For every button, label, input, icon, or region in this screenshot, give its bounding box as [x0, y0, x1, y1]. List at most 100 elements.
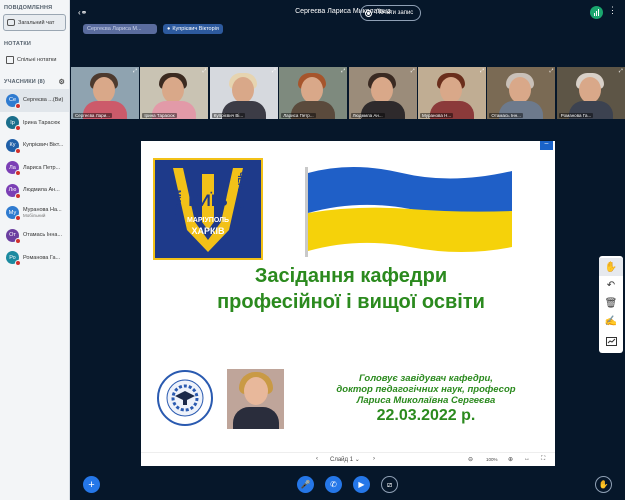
muted-status-icon: [15, 147, 21, 154]
video-label: Купрієвич Ві...: [211, 113, 246, 118]
expand-video-icon[interactable]: ⤢: [619, 68, 623, 74]
slide-selector[interactable]: Слайд 1 ⌄: [330, 456, 360, 463]
user-name: Лариса Петр...: [23, 164, 61, 171]
avatar: Лю: [6, 183, 21, 199]
muted-status-icon: [15, 260, 21, 267]
participant-video[interactable]: ⤢ Лариса Петр...: [279, 67, 348, 119]
connection-status-icon[interactable]: [590, 6, 603, 19]
user-list-item[interactable]: Ір Ірина Тарасюк: [0, 112, 69, 135]
users-section-header: УЧАСНИКИ (8) ⚙: [0, 73, 69, 89]
meeting-title: Сергеєва Лариса Миколаївна: [295, 8, 391, 15]
user-list-item[interactable]: От Отамась Інна...: [0, 224, 69, 247]
muted-status-icon: [15, 125, 21, 132]
participant-video[interactable]: ⤢ Романова Га...: [556, 67, 625, 119]
whiteboard-toolbar: ✋ ↶ 🗑 ✍: [599, 256, 623, 353]
leave-audio-button[interactable]: ✆: [325, 476, 342, 493]
participant-video[interactable]: ⤢ Сергеєва Лари...: [71, 67, 139, 119]
slide-navigation-bar: ‹ Слайд 1 ⌄ › ⊖ 100% ⊕ ↔ ⛶: [141, 452, 555, 466]
notes-section-title: НОТАТКИ: [4, 41, 32, 47]
presenter-name-2: Купрієвич Вікторія: [172, 26, 219, 32]
gear-icon[interactable]: ⚙: [59, 78, 65, 86]
user-name-block: Купрієвич Вікт...: [23, 142, 63, 148]
presentation-slide: – КИЇВ МИКОЛАЇВ ЧЕРНІГІВ МАРІУПОЛЬ ХАРКІ…: [141, 140, 555, 452]
muted-status-icon: [15, 215, 21, 222]
fit-width-icon[interactable]: ↔: [524, 456, 530, 462]
expand-video-icon[interactable]: ⤢: [549, 68, 553, 74]
sidebar: ПОВІДОМЛЕННЯ Загальний чат НОТАТКИ Спіль…: [0, 0, 70, 500]
undo-icon[interactable]: ↶: [599, 276, 623, 294]
zoom-out-icon[interactable]: ⊖: [468, 456, 473, 463]
video-person-face: [93, 77, 115, 103]
video-label: Людмила Ан...: [350, 113, 385, 118]
messages-section-title: ПОВІДОМЛЕННЯ: [4, 5, 53, 11]
expand-video-icon[interactable]: ⤢: [133, 68, 137, 74]
user-list-item[interactable]: Му Муранова На... Мобільний: [0, 202, 69, 225]
actions-plus-button[interactable]: +: [83, 476, 100, 493]
participant-video[interactable]: ⤢ Муранова Н...: [418, 67, 486, 119]
user-list-item[interactable]: Ла Лариса Петр...: [0, 157, 69, 180]
user-device-label: Мобільний: [23, 213, 46, 219]
user-name: Ірина Тарасюк: [23, 119, 60, 126]
avatar: От: [6, 228, 21, 244]
participant-video[interactable]: ⤢ Отамась Інн...: [487, 67, 556, 119]
multi-user-pen-icon[interactable]: ✍: [599, 312, 623, 330]
share-screen-off-icon: ⧄: [386, 479, 393, 489]
public-chat-item[interactable]: Загальний чат: [3, 14, 66, 31]
options-menu-icon[interactable]: ⋮: [608, 6, 617, 15]
avatar: Ір: [6, 116, 21, 132]
video-person-face: [440, 77, 462, 103]
department-seal-icon: [155, 369, 215, 427]
video-label: Лариса Петр...: [281, 113, 316, 118]
user-list-item[interactable]: Ку Купрієвич Вікт...: [0, 134, 69, 157]
presenter-pill-1: Сергеєва Лариса М...: [83, 24, 157, 34]
muted-status-icon: [15, 170, 21, 177]
raise-hand-button[interactable]: ✋: [595, 476, 612, 493]
user-name-block: Отамась Інна...: [23, 232, 62, 238]
user-list-item[interactable]: Се Сергеєва ...(Ви): [0, 89, 69, 112]
user-name: Отамась Інна...: [23, 232, 63, 239]
info-date: 22.03.2022 р.: [376, 407, 476, 424]
expand-video-icon[interactable]: ⤢: [341, 68, 345, 74]
camera-button[interactable]: ▶: [353, 476, 370, 493]
video-person-face: [370, 77, 393, 103]
user-name-block: Людмила Ан...: [23, 187, 60, 193]
collapse-sidebar-icon[interactable]: ‹⚭: [78, 8, 87, 17]
trident-icon: КИЇВ МИКОЛАЇВ ЧЕРНІГІВ МАРІУПОЛЬ ХАРКІВ: [155, 160, 261, 258]
user-list-item[interactable]: Ро Романова Га...: [0, 247, 69, 270]
expand-video-icon[interactable]: ⤢: [411, 68, 415, 74]
user-name-block: Ірина Тарасюк: [23, 120, 60, 126]
video-person-face: [578, 77, 601, 103]
hand-tool-icon[interactable]: ✋: [599, 258, 623, 276]
fullscreen-icon[interactable]: ⛶: [541, 456, 545, 463]
info-line-2: доктор педагогічних наук, професор: [336, 384, 516, 395]
microphone-button[interactable]: 🎤: [297, 476, 314, 493]
share-screen-button[interactable]: ⧄: [381, 476, 398, 493]
zoom-in-icon[interactable]: ⊕: [508, 456, 513, 463]
user-name: Романова Га...: [23, 254, 61, 261]
video-label: Отамась Інн...: [489, 113, 523, 118]
logo-right-text: ЧЕРНІГІВ: [236, 172, 245, 209]
expand-video-icon[interactable]: ⤢: [480, 68, 484, 74]
next-slide-icon[interactable]: ›: [373, 456, 375, 462]
muted-status-icon: [15, 237, 21, 244]
slide-selector-label: Слайд 1: [330, 457, 354, 463]
start-recording-button[interactable]: Почати запис: [360, 5, 422, 21]
clear-trash-icon[interactable]: 🗑: [599, 294, 623, 312]
user-name: Купрієвич Вікт...: [23, 142, 64, 149]
expand-video-icon[interactable]: ⤢: [202, 68, 206, 74]
record-icon: [365, 9, 372, 17]
participant-video[interactable]: ⤢ Людмила Ан...: [348, 67, 417, 119]
participant-video[interactable]: ⤢ Купрієвич Ві...: [209, 67, 278, 119]
previous-slide-icon[interactable]: ‹: [316, 456, 318, 462]
raise-hand-icon: ✋: [598, 480, 609, 489]
poll-chart-icon[interactable]: [599, 332, 623, 350]
shared-notes-item[interactable]: Спільні нотатки: [3, 52, 66, 67]
minimize-presentation-button[interactable]: –: [540, 140, 553, 150]
participant-video[interactable]: ⤢ Ірина Тарасюк: [140, 67, 209, 119]
avatar: Ро: [6, 251, 21, 267]
plus-icon: +: [88, 478, 95, 491]
chair-head-photo: [227, 369, 284, 429]
shared-notes-label: Спільні нотатки: [17, 56, 57, 63]
expand-video-icon[interactable]: ⤢: [272, 68, 276, 74]
user-list-item[interactable]: Лю Людмила Ан...: [0, 179, 69, 202]
